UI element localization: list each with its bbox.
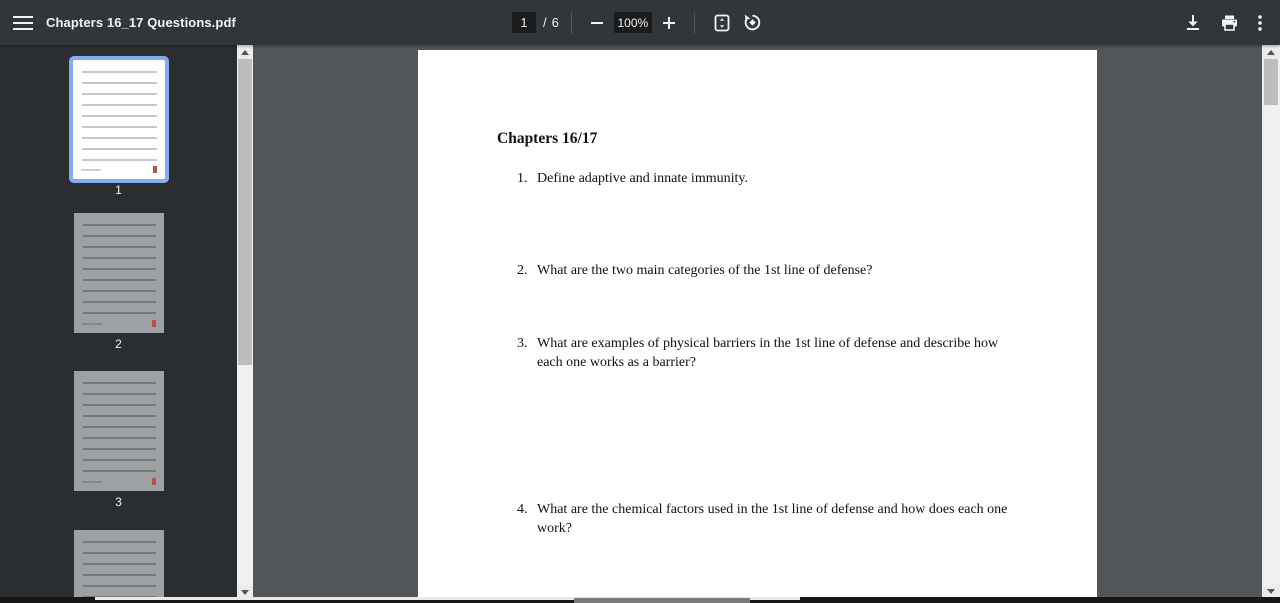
thumbnail-page-number: 3 xyxy=(115,495,122,509)
document-viewer[interactable]: Chapters 16/17 1. Define adaptive and inn… xyxy=(253,45,1262,603)
print-button[interactable] xyxy=(1215,9,1244,37)
zoom-level-input[interactable] xyxy=(613,12,652,33)
thumbnail-page-number: 1 xyxy=(115,183,122,197)
thumbnail-text-lines xyxy=(82,382,156,474)
page-separator: / xyxy=(543,15,547,30)
zoom-out-button[interactable] xyxy=(584,10,610,36)
scroll-down-arrow-icon xyxy=(1267,589,1275,594)
thumbnail-page-preview[interactable] xyxy=(73,213,164,333)
scroll-up-arrow-icon xyxy=(241,50,249,55)
fit-page-icon xyxy=(713,14,731,32)
horizontal-scrollbar-thumb[interactable] xyxy=(574,598,750,603)
bottom-edge-strip xyxy=(0,597,1280,603)
thumbnail-page-preview[interactable] xyxy=(68,56,169,183)
question-text: What are the chemical factors used in th… xyxy=(537,502,1008,536)
question-text: What are the two main categories of the … xyxy=(537,263,873,278)
thumbnail-red-mark xyxy=(151,320,156,327)
zoom-in-button[interactable] xyxy=(656,10,682,36)
question-text: Define adaptive and innate immunity. xyxy=(537,171,748,186)
question-number: 4. xyxy=(517,502,528,517)
thumbnail-red-mark xyxy=(151,478,156,485)
page-number-input[interactable] xyxy=(512,12,536,33)
thumbnail-text-lines xyxy=(82,224,156,316)
page-thumbnail[interactable]: 3 xyxy=(0,371,237,509)
question-item: 3. What are examples of physical barriers… xyxy=(517,334,1017,372)
toolbar-divider xyxy=(693,11,695,34)
page-thumbnail[interactable]: 1 xyxy=(0,56,237,197)
rotate-counterclockwise-icon xyxy=(743,13,762,32)
scroll-up-arrow-icon xyxy=(1267,50,1275,55)
pdf-viewer-window: Chapters 16_17 Questions.pdf / 6 xyxy=(0,0,1280,603)
toolbar-center-group: / 6 xyxy=(512,0,768,45)
toolbar-divider xyxy=(570,11,572,34)
menu-button[interactable] xyxy=(0,0,46,45)
thumbnail-footer-line xyxy=(81,481,102,483)
page-thumbnail[interactable]: 2 xyxy=(0,213,237,351)
thumbnail-page-number: 2 xyxy=(115,337,122,351)
question-item: 1. Define adaptive and innate immunity. xyxy=(517,169,1017,188)
thumbnail-footer-line xyxy=(81,323,102,325)
question-item: 4. What are the chemical factors used in … xyxy=(517,500,1017,538)
sidebar-scroll-up-button[interactable] xyxy=(237,45,253,59)
minus-icon xyxy=(590,16,604,30)
toolbar-left-group: Chapters 16_17 Questions.pdf xyxy=(0,0,236,45)
thumbnail-footer-line xyxy=(80,169,101,171)
document-scroll-down-button[interactable] xyxy=(1262,585,1280,597)
question-number: 2. xyxy=(517,263,528,278)
download-icon xyxy=(1185,14,1201,31)
question-text: What are examples of physical barriers i… xyxy=(537,336,999,370)
plus-icon xyxy=(662,16,676,30)
document-heading: Chapters 16/17 xyxy=(497,130,598,147)
thumbnail-sidebar: 1 2 3 xyxy=(0,45,237,603)
fit-page-button[interactable] xyxy=(707,8,737,38)
rotate-button[interactable] xyxy=(737,7,768,38)
document-scroll-up-button[interactable] xyxy=(1262,45,1280,59)
page-thumbnail[interactable]: 4 xyxy=(0,530,237,603)
three-dot-menu-icon xyxy=(1258,14,1262,31)
sidebar-scrollbar-thumb[interactable] xyxy=(238,59,252,365)
question-number: 3. xyxy=(517,336,528,351)
pdf-page-1: Chapters 16/17 1. Define adaptive and inn… xyxy=(418,50,1097,603)
document-title: Chapters 16_17 Questions.pdf xyxy=(46,15,236,30)
print-icon xyxy=(1221,15,1238,31)
toolbar-right-group xyxy=(1179,0,1268,45)
thumbnail-red-mark xyxy=(152,166,157,173)
document-scrollbar-thumb[interactable] xyxy=(1264,59,1278,105)
thumbnail-page-preview[interactable] xyxy=(73,530,164,603)
more-options-button[interactable] xyxy=(1252,9,1268,37)
download-button[interactable] xyxy=(1179,8,1207,37)
toolbar: Chapters 16_17 Questions.pdf / 6 xyxy=(0,0,1280,45)
document-scrollbar[interactable] xyxy=(1262,45,1280,603)
sidebar-scrollbar[interactable] xyxy=(237,45,253,603)
question-number: 1. xyxy=(517,171,528,186)
hamburger-menu-icon xyxy=(13,15,33,31)
thumbnail-text-lines xyxy=(81,71,157,162)
page-count: 6 xyxy=(551,15,559,30)
scroll-down-arrow-icon xyxy=(241,590,249,595)
thumbnail-text-lines xyxy=(82,541,156,603)
question-item: 2. What are the two main categories of th… xyxy=(517,261,1017,280)
thumbnail-page-preview[interactable] xyxy=(73,371,164,491)
